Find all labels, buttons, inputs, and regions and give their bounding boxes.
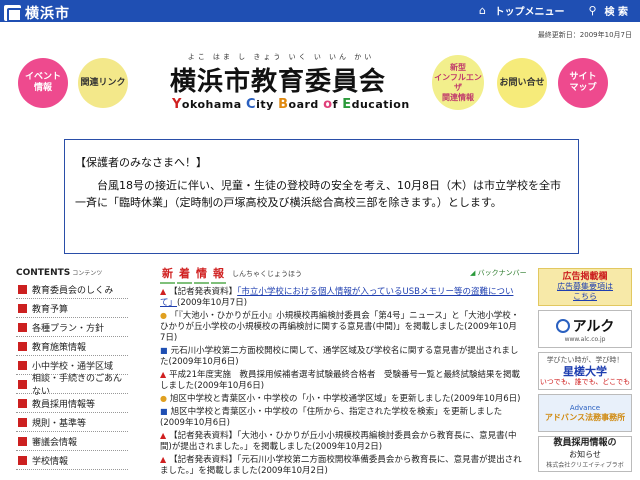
notice-heading: 【保護者のみなさまへ！】 <box>75 156 207 169</box>
sitemap-label: サイト マップ <box>569 72 597 93</box>
menu-item-plans[interactable]: 各種プラン・方針 <box>16 318 128 337</box>
ad-header-title: 広告掲載欄 <box>562 272 608 282</box>
bullet-icon <box>18 379 27 389</box>
square-bullet-icon: ■ <box>160 346 168 355</box>
notice-box: 【保護者のみなさまへ！】 台風18号の接近に伴い、児童・生徒の登校時の安全を考え… <box>64 139 579 254</box>
menu-item-budget[interactable]: 教育予算 <box>16 299 128 318</box>
sitemap-button[interactable]: サイト マップ <box>558 58 608 108</box>
flu-info-button[interactable]: 新型 インフルエンザ 関連情報 <box>432 55 484 110</box>
menu-item-structure[interactable]: 教育委員会のしくみ <box>16 280 128 299</box>
notice-body: 台風18号の接近に伴い、児童・生徒の登校時の安全を考え、10月8日（木）は市立学… <box>75 179 561 209</box>
page-title: 横浜市教育委員会 <box>170 67 387 97</box>
event-info-button[interactable]: イベント 情報 <box>18 58 68 108</box>
triangle-bullet-icon: ▲ <box>160 287 167 296</box>
event-info-label: イベント 情報 <box>24 72 61 93</box>
menu-item-rules[interactable]: 規則・基準等 <box>16 413 128 432</box>
news-link[interactable]: 【記者発表資料】「元石川小学校第二方面校開校準備委員会から教育長に、意見書が提出… <box>160 455 522 476</box>
list-item: ▲ 【記者発表資料】「元石川小学校第二方面校開校準備委員会から教育長に、意見書が提… <box>160 455 522 476</box>
search-link[interactable]: 検 索 <box>605 3 628 18</box>
flu-info-label: 新型 インフルエンザ 関連情報 <box>434 62 482 102</box>
alc-logo-icon <box>555 318 570 333</box>
last-updated: 最終更新日：2009年10月7日 <box>537 31 632 39</box>
circle-bullet-icon: ● <box>160 394 167 403</box>
contact-label: お問い合せ <box>499 77 545 88</box>
news-list: ▲ 【記者発表資料】「市立小学校における個人情報が入っているUSBメモリー等の盗難… <box>160 286 522 478</box>
list-item: ▲ 【記者発表資料】「市立小学校における個人情報が入っているUSBメモリー等の盗難… <box>160 287 514 308</box>
list-item: ● 「『大池小・ひかりが丘小』小規模校再編検討委員会「第4号」ニュース」と「大池小… <box>160 311 520 343</box>
contents-menu: 教育委員会のしくみ 教育予算 各種プラン・方針 教育施策情報 小中学校・通学区域… <box>16 280 128 470</box>
related-links-label: 関連リンク <box>80 77 126 88</box>
ad-column: 広告掲載欄 広告募集要項は こちら アルク www.alc.co.jp 学びたい時… <box>538 268 632 472</box>
ad-banner-seisa[interactable]: 学びたい時が、学び時！ 星槎大学 いつでも、誰でも、どこでも <box>538 352 632 390</box>
menu-item-council[interactable]: 審議会情報 <box>16 432 128 451</box>
bullet-icon <box>18 322 27 332</box>
ad-banner-alc[interactable]: アルク www.alc.co.jp <box>538 310 632 348</box>
ad-banner-recruit-info[interactable]: 教員採用情報の お知らせ 株式会社クリエイティブラボ <box>538 436 632 472</box>
contact-button[interactable]: お問い合せ <box>497 58 547 108</box>
square-bullet-icon: ■ <box>160 407 168 416</box>
bullet-icon <box>18 284 27 294</box>
list-item: ■ 元石川小学校第二方面校開校に関して、通学区域及び学校名に関する意見書が提出され… <box>160 346 519 367</box>
bullet-icon <box>18 398 27 408</box>
search-icon: ⚲ <box>588 3 597 17</box>
contents-heading: CONTENTS コンテンツ <box>16 268 103 278</box>
top-nav: ⌂ トップメニュー ⚲ 検 索 <box>477 3 628 18</box>
yokohama-emblem-icon <box>4 5 22 22</box>
bullet-icon <box>18 455 27 465</box>
triangle-bullet-icon: ▲ <box>160 370 167 379</box>
ad-header: 広告掲載欄 広告募集要項は こちら <box>538 268 632 306</box>
news-link[interactable]: 旭区中学校と青葉区小・中学校の「小・中学校通学区域」を更新しました <box>170 394 451 404</box>
list-item: ▲ 【記者発表資料】「大池小・ひかりが丘小小規模校再編検討委員会から教育長に、意見… <box>160 431 517 452</box>
list-item: ■ 旭区中学校と青葉区小・中学校の「住所から、指定された学校を検索」を更新しました… <box>160 407 503 428</box>
bullet-icon <box>18 417 27 427</box>
back-number-link[interactable]: バックナンバー <box>470 268 527 278</box>
triangle-bullet-icon: ▲ <box>160 455 167 464</box>
menu-item-school-info[interactable]: 学校情報 <box>16 451 128 470</box>
site-name: 横浜市 <box>25 6 70 22</box>
bullet-icon <box>18 303 27 313</box>
top-menu-link[interactable]: トップメニュー <box>495 3 565 18</box>
news-heading: 新 着 情 報 しんちゃくじょうほう <box>160 264 302 284</box>
site-logo[interactable]: 横浜市 <box>4 3 70 23</box>
circle-bullet-icon: ● <box>160 311 167 320</box>
bullet-icon <box>18 341 27 351</box>
news-link[interactable]: 旭区中学校と青葉区小・中学校の「住所から、指定された学校を検索」を更新しました <box>171 407 503 417</box>
top-bar: 横浜市 ⌂ トップメニュー ⚲ 検 索 <box>0 0 640 22</box>
related-links-button[interactable]: 関連リンク <box>78 58 128 108</box>
page-subtitle: Yokohama City Board of Education <box>172 97 410 112</box>
list-item: ▲ 平成21年度実施 教員採用候補者選考試験最終合格者 受験番号一覧と最終試験結果… <box>160 370 520 391</box>
ad-recruit-link[interactable]: 広告募集要項は こちら <box>541 282 629 302</box>
menu-item-consultation[interactable]: 相談・手続きのごあんない <box>16 374 128 397</box>
menu-item-policy[interactable]: 教育施策情報 <box>16 337 128 356</box>
home-icon: ⌂ <box>479 3 486 17</box>
list-item: ● 旭区中学校と青葉区小・中学校の「小・中学校通学区域」を更新しました(2009年… <box>160 394 521 404</box>
ad-banner-advance[interactable]: Advance アドバンス法務事務所 <box>538 394 632 432</box>
bullet-icon <box>18 360 27 370</box>
triangle-bullet-icon: ▲ <box>160 431 167 440</box>
bullet-icon <box>18 436 27 446</box>
